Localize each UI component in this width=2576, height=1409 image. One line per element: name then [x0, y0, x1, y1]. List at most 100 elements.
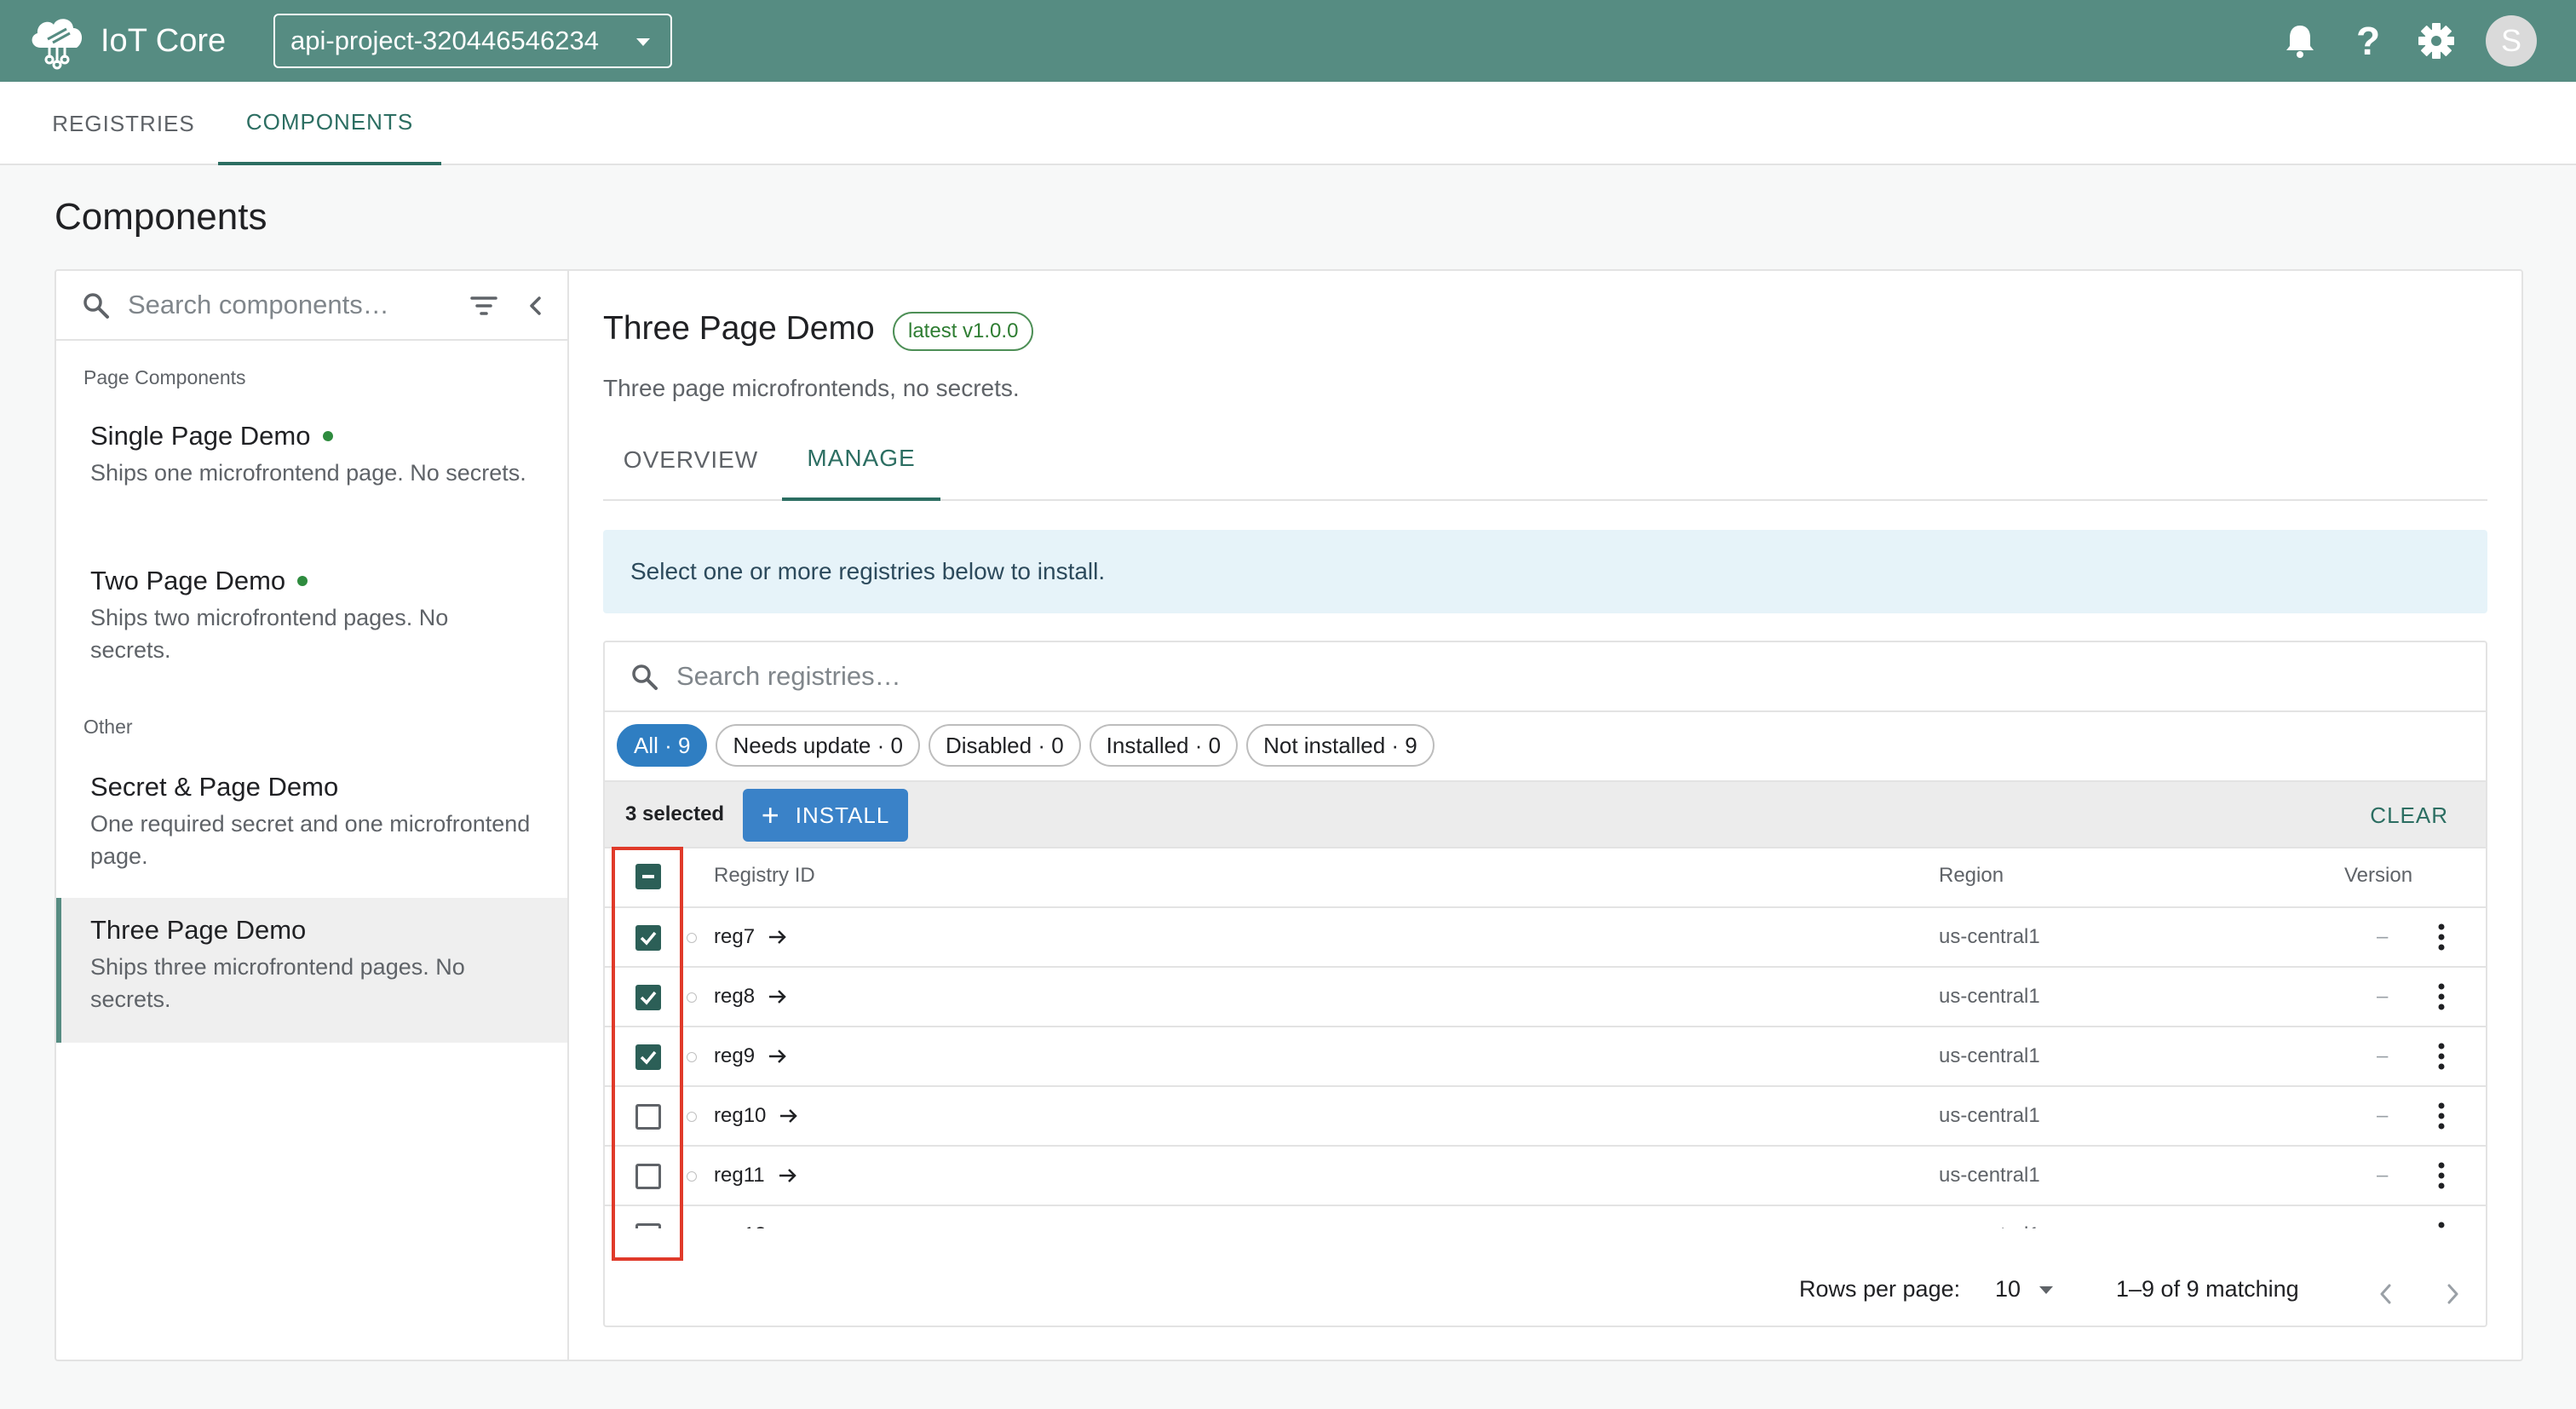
search-input[interactable]: Search components… — [128, 290, 389, 320]
status-ring-icon — [687, 1171, 697, 1182]
region-cell: us-central1 — [1939, 1104, 2040, 1127]
registry-link[interactable]: reg10 — [714, 1104, 800, 1128]
registry-link[interactable]: reg8 — [714, 985, 789, 1009]
plus-icon: + — [761, 797, 780, 832]
component-item-single-page-demo[interactable]: Single Page Demo Ships one microfrontend… — [56, 421, 567, 489]
component-title: Three Page Demo — [603, 310, 875, 347]
install-button-label: INSTALL — [795, 802, 890, 828]
search-input[interactable]: Search registries… — [676, 661, 901, 692]
section-label-page-components: Page Components — [83, 366, 246, 388]
component-description: Ships one microfrontend page. No secrets… — [90, 460, 526, 486]
registry-link[interactable]: reg11 — [714, 1164, 799, 1188]
install-button[interactable]: + INSTALL — [743, 789, 908, 842]
rows-per-page-select[interactable]: 10 — [1995, 1276, 2021, 1303]
status-ring-icon — [687, 992, 697, 1003]
tab-manage[interactable]: MANAGE — [782, 419, 940, 501]
filter-chip-needs-update[interactable]: Needs update · 0 — [716, 724, 920, 767]
filter-chips: All · 9 Needs update · 0 Disabled · 0 In… — [617, 724, 1435, 767]
table-row[interactable]: reg11 us-central1 – — [605, 1147, 2486, 1206]
component-description: Ships two microfrontend pages. No secret… — [90, 605, 449, 663]
search-icon — [632, 664, 658, 690]
registry-id: reg7 — [714, 925, 756, 948]
table-row[interactable]: reg8 us-central1 – — [605, 968, 2486, 1027]
region-cell: us-central1 — [1939, 1223, 2040, 1228]
more-vert-icon[interactable] — [2436, 1220, 2447, 1228]
svg-text:?: ? — [2356, 20, 2380, 61]
page-title: Components — [55, 196, 267, 238]
project-selector[interactable]: api-project-320446546234 — [273, 14, 672, 68]
status-ring-icon — [687, 1112, 697, 1122]
tab-overview[interactable]: OVERVIEW — [603, 419, 779, 501]
selected-count: 3 selected — [625, 802, 725, 825]
arrow-right-icon — [769, 930, 786, 944]
more-vert-icon[interactable] — [2436, 1101, 2447, 1131]
gear-icon[interactable] — [2414, 19, 2458, 63]
filter-chip-not-installed[interactable]: Not installed · 9 — [1246, 724, 1435, 767]
arrow-right-icon — [769, 1050, 786, 1063]
status-ring-icon — [687, 1052, 697, 1062]
detail-tabs: OVERVIEW MANAGE — [603, 419, 2487, 501]
column-header-region[interactable]: Region — [1939, 864, 2004, 888]
version-cell: – — [2377, 1104, 2389, 1127]
registry-link[interactable]: reg7 — [714, 925, 789, 949]
more-vert-icon[interactable] — [2436, 1160, 2447, 1191]
component-detail: Three Page Demo latest v1.0.0 Three page… — [571, 271, 2521, 1360]
component-item-two-page-demo[interactable]: Two Page Demo Ships two microfrontend pa… — [56, 566, 567, 666]
chevron-left-icon[interactable] — [2375, 1281, 2397, 1307]
component-subtitle: Three page microfrontends, no secrets. — [603, 375, 1020, 401]
selection-bar: 3 selected + INSTALL CLEAR — [605, 780, 2486, 848]
bell-icon[interactable] — [2278, 19, 2322, 63]
more-vert-icon[interactable] — [2436, 1041, 2447, 1072]
components-card: Search components… Page Components Singl… — [55, 269, 2523, 1361]
table-row[interactable]: reg12 us-central1 – — [605, 1206, 2486, 1228]
registry-list: Search registries… All · 9 Needs update … — [603, 641, 2487, 1327]
status-dot — [297, 576, 308, 586]
more-vert-icon[interactable] — [2436, 981, 2447, 1012]
tab-registries[interactable]: REGISTRIES — [34, 82, 213, 165]
registry-search[interactable]: Search registries… — [605, 642, 2486, 712]
component-item-three-page-demo[interactable]: Three Page Demo Ships three microfronten… — [56, 898, 567, 1043]
version-cell: – — [2377, 1223, 2388, 1228]
version-cell: – — [2377, 1044, 2389, 1067]
main-tabs: REGISTRIES COMPONENTS — [0, 82, 2576, 165]
component-name: Three Page Demo — [90, 915, 307, 945]
arrow-right-icon — [769, 990, 786, 1004]
region-cell: us-central1 — [1939, 1044, 2040, 1067]
table-row[interactable]: reg9 us-central1 – — [605, 1027, 2486, 1087]
component-description: Ships three microfrontend pages. No secr… — [90, 954, 465, 1012]
region-cell: us-central1 — [1939, 1164, 2040, 1187]
version-badge: latest v1.0.0 — [893, 312, 1034, 351]
filter-chip-disabled[interactable]: Disabled · 0 — [928, 724, 1081, 767]
avatar[interactable]: S — [2486, 15, 2537, 66]
region-cell: us-central1 — [1939, 985, 2040, 1008]
more-vert-icon[interactable] — [2436, 922, 2447, 952]
chevron-right-icon[interactable] — [2441, 1281, 2464, 1307]
filter-chip-all[interactable]: All · 9 — [617, 724, 708, 767]
rows-per-page-label: Rows per page: — [1799, 1276, 1961, 1302]
table-row[interactable]: reg7 us-central1 – — [605, 908, 2486, 968]
region-cell: us-central1 — [1939, 925, 2040, 948]
component-search[interactable]: Search components… — [56, 271, 567, 341]
registry-link[interactable]: reg12 — [714, 1223, 800, 1228]
filter-icon[interactable] — [469, 291, 499, 320]
tab-components[interactable]: COMPONENTS — [218, 82, 441, 165]
table-row[interactable]: reg10 us-central1 – — [605, 1087, 2486, 1147]
filter-chip-installed[interactable]: Installed · 0 — [1089, 724, 1239, 767]
column-header-version[interactable]: Version — [2344, 864, 2412, 888]
component-item-secret-page-demo[interactable]: Secret & Page Demo One required secret a… — [56, 772, 567, 872]
column-header-registry-id[interactable]: Registry ID — [714, 864, 815, 888]
section-label-other: Other — [83, 716, 133, 738]
page-range: 1–9 of 9 matching — [2116, 1276, 2299, 1302]
clear-button[interactable]: CLEAR — [2370, 802, 2448, 829]
registry-id: reg12 — [714, 1223, 766, 1228]
top-app-bar: IoT Core api-project-320446546234 ? S — [0, 0, 2576, 82]
component-description: One required secret and one microfronten… — [90, 811, 531, 869]
registry-link[interactable]: reg9 — [714, 1044, 789, 1068]
cloud-logo-icon[interactable] — [26, 10, 89, 70]
chevron-left-icon[interactable] — [523, 293, 549, 319]
chevron-down-icon[interactable] — [2039, 1286, 2053, 1294]
project-selector-value: api-project-320446546234 — [290, 26, 599, 55]
help-icon[interactable]: ? — [2346, 19, 2390, 63]
highlight-box — [612, 847, 683, 1261]
table-scroll-clip: reg12 us-central1 – — [605, 1206, 2486, 1228]
